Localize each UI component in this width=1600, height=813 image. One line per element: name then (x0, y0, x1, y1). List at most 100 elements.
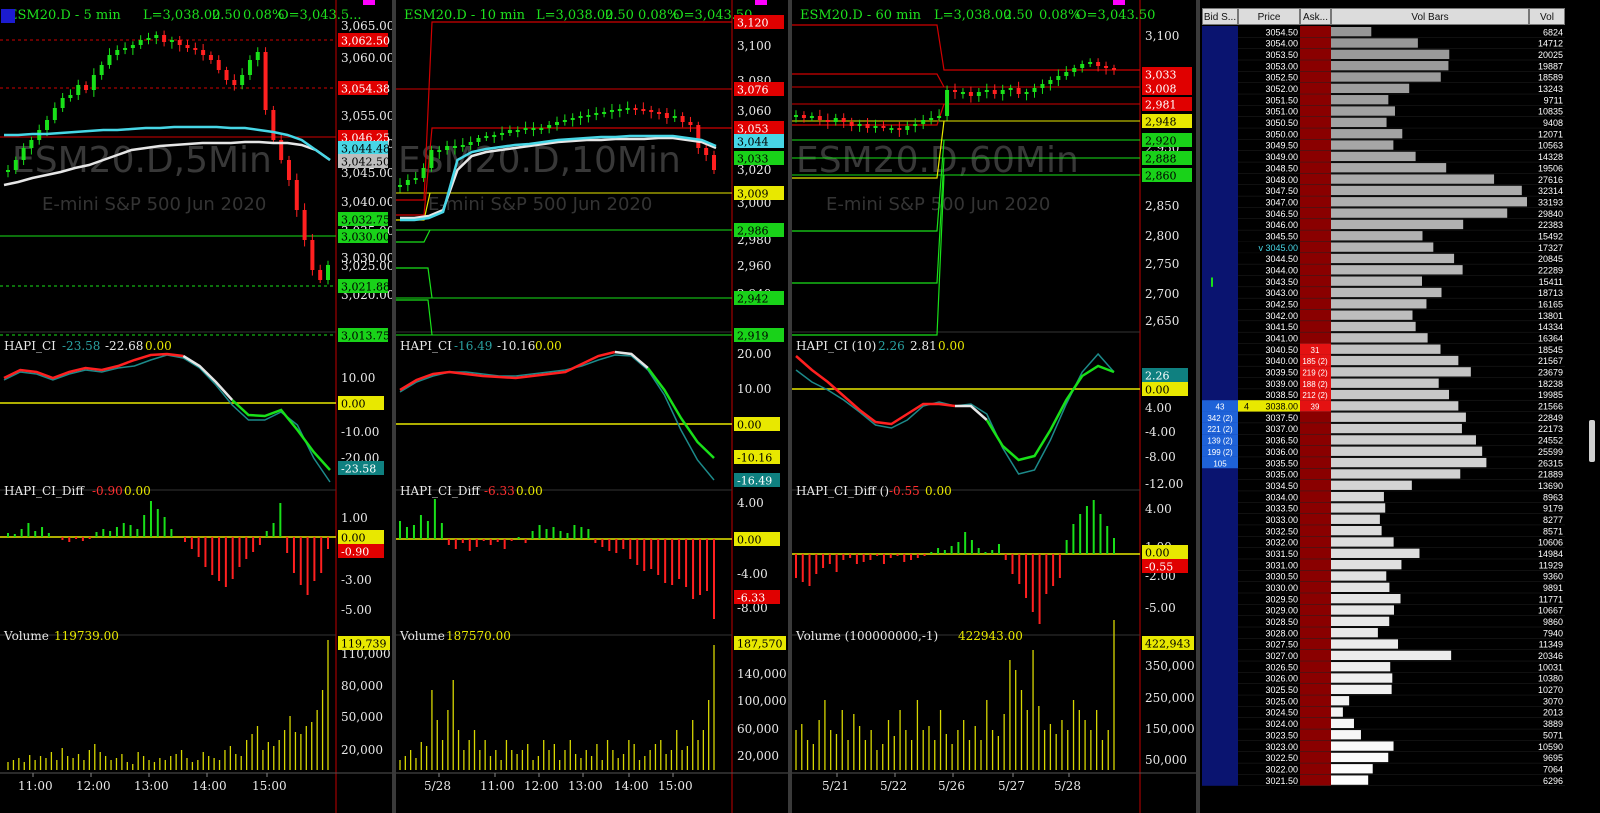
dom-price: 3039.50 (1265, 368, 1298, 378)
ci-value: 0.00 (535, 339, 562, 353)
chart-60min[interactable]: ESM20.D - 60 min L=3,038.00 2.50 0.08% O=3,0… (792, 0, 1196, 813)
price-tick: 3,100 (737, 39, 771, 53)
time-tick: 14:00 (192, 779, 227, 793)
dom-price: 3053.50 (1265, 50, 1298, 60)
dom-price: 3051.00 (1265, 107, 1298, 117)
candle-body (696, 125, 701, 148)
last-price: L=3,038.00 (934, 8, 1011, 23)
percent-change: 0.08% (1039, 8, 1080, 23)
volume-tick: 20,000 (737, 749, 779, 763)
chart-symbol: ESM20.D - 10 min (404, 8, 526, 23)
volume-tag: 119,739 (341, 638, 387, 651)
dom-price: 3028.00 (1265, 628, 1298, 638)
ask-size: 39 (1311, 403, 1320, 412)
watermark-description: E-mini S&P 500 Jun 2020 (42, 194, 266, 215)
net-change: 2.50 (605, 8, 634, 23)
ci-tag: 0.00 (341, 398, 366, 411)
volume-tag: 422,943 (1145, 638, 1191, 651)
dom-price: 3025.50 (1265, 685, 1298, 695)
dom-volume: 25599 (1538, 447, 1563, 457)
ci-value: 2.26 (878, 339, 905, 353)
dom-volume: 10590 (1538, 742, 1563, 752)
ci-signal-line (3, 354, 331, 483)
diff-tag: -6.33 (737, 592, 765, 605)
diff-tick: -4.00 (737, 567, 768, 581)
volume-profile-bar (1331, 503, 1386, 513)
candle-body (809, 116, 814, 118)
chart-60min-canvas[interactable]: ESM20.D - 60 min L=3,038.002.50 0.08%O=3,0… (792, 0, 1196, 813)
dom-volume: 14334 (1538, 322, 1563, 332)
chart-10min-canvas[interactable]: ESM20.D - 10 min L=3,038.002.50 0.08%O=3,0… (396, 0, 788, 813)
ci-tag: -10.16 (737, 452, 772, 465)
dom-scrollbar-thumb[interactable] (1589, 420, 1595, 462)
candle-body (413, 178, 418, 180)
chart-5min[interactable]: ESM20.D - 5 min L=3,038.00 2.50 0.08% O=3,04… (0, 0, 392, 813)
volume-profile-bar (1331, 38, 1418, 48)
candle-body (570, 118, 575, 120)
dom-volume: 7064 (1543, 764, 1563, 774)
candle-body (29, 140, 34, 148)
dom-price: 3027.50 (1265, 640, 1298, 650)
candle-body (905, 126, 910, 130)
candle-body (318, 270, 323, 280)
candle-body (929, 118, 934, 120)
ci-signal-line (795, 352, 1115, 475)
price-tag: 2,948 (1145, 116, 1177, 129)
dom-price: 3043.00 (1265, 288, 1298, 298)
dom-price: 3036.00 (1265, 447, 1298, 457)
dom-volume: 7940 (1543, 628, 1563, 638)
depth-of-market-ladder[interactable]: Bid S... Price Ask... Vol Bars Vol 3054.… (1200, 0, 1600, 813)
candle-body (913, 124, 918, 126)
candle-body (641, 109, 646, 111)
dom-volume: 12071 (1538, 129, 1563, 139)
price-tag: 3,054.38 (341, 83, 390, 96)
candle-body (302, 210, 307, 240)
chart-10min[interactable]: ESM20.D - 10 min L=3,038.00 2.50 0.08% O=3,0… (396, 0, 788, 813)
chart-options-button[interactable] (1113, 0, 1125, 5)
price-tick: 3,040.00 (341, 195, 392, 209)
candle-body (562, 120, 567, 122)
candle-body (712, 155, 716, 170)
band-line (396, 267, 433, 299)
candle-body (185, 45, 190, 48)
volume-profile-bar (1331, 231, 1423, 241)
bid-size: 43 (1216, 403, 1225, 412)
price-tag: 3,021.88 (341, 281, 390, 294)
price-tick: 2,800 (1145, 229, 1179, 243)
dom-volume: 24552 (1538, 436, 1563, 446)
volume-tick: 140,000 (737, 667, 787, 681)
volume-profile-bar (1331, 174, 1495, 184)
ci-value: -22.68 (105, 339, 143, 353)
volume-tick: 80,000 (341, 679, 383, 693)
dom-ladder-canvas[interactable]: 3054.50 6824 3054.00 14712 3053.50 20025 3053.… (1200, 0, 1600, 813)
candle-body (45, 120, 50, 130)
volume-profile-bar (1331, 344, 1441, 354)
candle-body (515, 130, 520, 132)
price-tag: 2,942 (737, 293, 769, 306)
chart-5min-canvas[interactable]: ESM20.D - 5 min L=3,038.002.50 0.08%O=3,04… (0, 0, 392, 813)
candle-body (539, 128, 544, 130)
bid-size: 139 (2) (1207, 437, 1233, 446)
chart-options-button[interactable] (363, 0, 375, 5)
dom-volume: 18713 (1538, 288, 1563, 298)
candle-body (1016, 88, 1021, 94)
candle-body (484, 136, 489, 138)
volume-profile-bar (1331, 730, 1361, 740)
dom-price: 3035.00 (1265, 470, 1298, 480)
dom-price: 3051.50 (1265, 95, 1298, 105)
symbol-link-icon[interactable] (1, 9, 15, 23)
price-tag: 3,076 (737, 84, 769, 97)
net-change: 2.50 (1004, 8, 1033, 23)
dom-volume: 27616 (1538, 175, 1563, 185)
ci-value: -16.49 (454, 339, 492, 353)
price-tag: 2,986 (737, 225, 769, 238)
candle-body (154, 35, 159, 38)
volume-label: Volume (3, 629, 49, 643)
candle-body (672, 116, 677, 118)
chart-options-button[interactable] (755, 0, 767, 5)
candle-body (849, 122, 854, 126)
candle-body (130, 45, 135, 48)
volume-value: 187570.00 (446, 629, 511, 643)
price-tick: 3,025.00 (341, 259, 392, 273)
dom-price: 3022.50 (1265, 753, 1298, 763)
